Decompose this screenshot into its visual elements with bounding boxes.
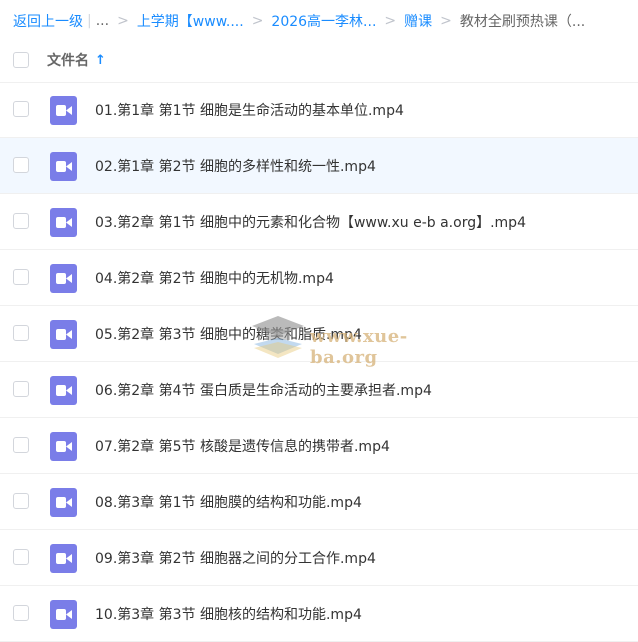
row-checkbox[interactable] — [13, 269, 29, 285]
video-file-icon — [50, 488, 77, 517]
video-file-icon — [50, 320, 77, 349]
row-checkbox[interactable] — [13, 213, 29, 229]
row-checkbox[interactable] — [13, 549, 29, 565]
file-name[interactable]: 05.第2章 第3节 细胞中的糖类和脂质.mp4 — [95, 324, 362, 344]
breadcrumb-current: 教材全刷预热课（... — [459, 14, 586, 30]
back-link[interactable]: 返回上一级 — [13, 11, 83, 31]
video-file-icon — [50, 600, 77, 629]
breadcrumb-ellipsis[interactable]: ... — [96, 13, 109, 29]
file-name[interactable]: 02.第1章 第2节 细胞的多样性和统一性.mp4 — [95, 156, 376, 176]
file-name[interactable]: 07.第2章 第5节 核酸是遗传信息的携带者.mp4 — [95, 436, 390, 456]
file-list: 01.第1章 第1节 细胞是生命活动的基本单位.mp4 02.第1章 第2节 细胞… — [0, 82, 638, 642]
row-checkbox[interactable] — [13, 437, 29, 453]
row-checkbox[interactable] — [13, 381, 29, 397]
list-item[interactable]: 07.第2章 第5节 核酸是遗传信息的携带者.mp4 — [0, 418, 638, 474]
video-file-icon — [50, 432, 77, 461]
file-name[interactable]: 01.第1章 第1节 细胞是生命活动的基本单位.mp4 — [95, 100, 404, 120]
list-header: 文件名 ↑ — [0, 38, 638, 83]
file-name[interactable]: 10.第3章 第3节 细胞核的结构和功能.mp4 — [95, 604, 362, 624]
column-header-filename[interactable]: 文件名 ↑ — [47, 50, 106, 70]
video-file-icon — [50, 376, 77, 405]
list-item[interactable]: 10.第3章 第3节 细胞核的结构和功能.mp4 — [0, 586, 638, 642]
list-item[interactable]: 03.第2章 第1节 细胞中的元素和化合物【www.xu e-b a.org】.… — [0, 194, 638, 250]
file-name[interactable]: 03.第2章 第1节 细胞中的元素和化合物【www.xu e-b a.org】.… — [95, 212, 526, 232]
select-all-checkbox[interactable] — [13, 52, 29, 68]
breadcrumb-item[interactable]: 2026高一李林... — [271, 11, 376, 31]
breadcrumb-divider: | — [87, 13, 92, 29]
breadcrumb-item[interactable]: 赠课 — [404, 11, 432, 31]
list-item[interactable]: 09.第3章 第2节 细胞器之间的分工合作.mp4 — [0, 530, 638, 586]
list-item[interactable]: 01.第1章 第1节 细胞是生命活动的基本单位.mp4 — [0, 82, 638, 138]
file-name[interactable]: 04.第2章 第2节 细胞中的无机物.mp4 — [95, 268, 334, 288]
video-file-icon — [50, 264, 77, 293]
video-file-icon — [50, 208, 77, 237]
video-file-icon — [50, 152, 77, 181]
breadcrumb: 返回上一级 | ... > 上学期【www.... > 2026高一李林... … — [13, 10, 633, 32]
list-item[interactable]: 06.第2章 第4节 蛋白质是生命活动的主要承担者.mp4 — [0, 362, 638, 418]
row-checkbox[interactable] — [13, 101, 29, 117]
row-checkbox[interactable] — [13, 157, 29, 173]
list-item[interactable]: 04.第2章 第2节 细胞中的无机物.mp4 — [0, 250, 638, 306]
file-name[interactable]: 08.第3章 第1节 细胞膜的结构和功能.mp4 — [95, 492, 362, 512]
row-checkbox[interactable] — [13, 493, 29, 509]
sort-ascending-icon[interactable]: ↑ — [95, 53, 106, 68]
row-checkbox[interactable] — [13, 605, 29, 621]
chevron-right-icon: > — [117, 13, 129, 29]
chevron-right-icon: > — [251, 13, 264, 29]
breadcrumb-item[interactable]: 上学期【www.... — [137, 11, 244, 31]
file-name[interactable]: 09.第3章 第2节 细胞器之间的分工合作.mp4 — [95, 548, 376, 568]
video-file-icon — [50, 96, 77, 125]
chevron-right-icon: > — [384, 13, 397, 29]
list-item[interactable]: 05.第2章 第3节 细胞中的糖类和脂质.mp4 — [0, 306, 638, 362]
chevron-right-icon: > — [440, 13, 452, 29]
video-file-icon — [50, 544, 77, 573]
list-item[interactable]: 08.第3章 第1节 细胞膜的结构和功能.mp4 — [0, 474, 638, 530]
list-item[interactable]: 02.第1章 第2节 细胞的多样性和统一性.mp4 — [0, 138, 638, 194]
row-checkbox[interactable] — [13, 325, 29, 341]
file-name[interactable]: 06.第2章 第4节 蛋白质是生命活动的主要承担者.mp4 — [95, 380, 432, 400]
column-header-label: 文件名 — [47, 53, 89, 69]
